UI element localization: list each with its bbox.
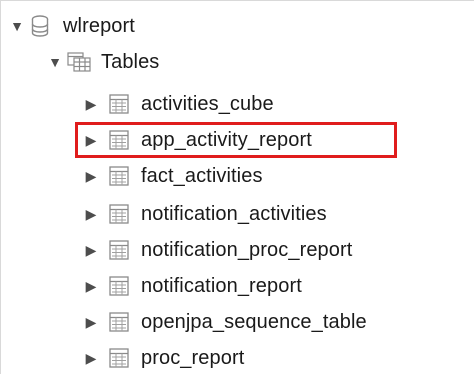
table-icon — [109, 204, 129, 224]
tree-node-table[interactable]: ▶ fact_activities — [83, 159, 263, 193]
expand-down-arrow-icon[interactable]: ▼ — [9, 18, 25, 34]
schema-tree-panel: ▼ wlreport ▼ Tables ▶ activities_cube ▶ … — [0, 0, 474, 374]
table-icon — [109, 94, 129, 114]
tree-node-table[interactable]: ▶ notification_proc_report — [83, 233, 353, 267]
expand-right-arrow-icon[interactable]: ▶ — [83, 350, 99, 366]
database-label: wlreport — [63, 14, 135, 37]
table-label: fact_activities — [141, 164, 263, 187]
tables-folder-label: Tables — [101, 50, 160, 73]
table-icon — [109, 130, 129, 150]
table-label: notification_activities — [141, 202, 327, 225]
table-icon — [109, 348, 129, 368]
tree-node-table[interactable]: ▶ notification_activities — [83, 197, 327, 231]
tree-node-table[interactable]: ▶ proc_report — [83, 341, 245, 375]
table-label: notification_proc_report — [141, 238, 353, 261]
table-icon — [109, 312, 129, 332]
table-label: notification_report — [141, 274, 302, 297]
expand-right-arrow-icon[interactable]: ▶ — [83, 242, 99, 258]
expand-right-arrow-icon[interactable]: ▶ — [83, 314, 99, 330]
table-icon — [109, 166, 129, 186]
database-icon — [31, 15, 49, 37]
table-label: activities_cube — [141, 92, 274, 115]
expand-right-arrow-icon[interactable]: ▶ — [83, 168, 99, 184]
expand-right-arrow-icon[interactable]: ▶ — [83, 206, 99, 222]
tree-node-table[interactable]: ▶ notification_report — [83, 269, 302, 303]
table-label: openjpa_sequence_table — [141, 310, 367, 333]
tree-node-table[interactable]: ▶ openjpa_sequence_table — [83, 305, 367, 339]
expand-down-arrow-icon[interactable]: ▼ — [47, 54, 63, 70]
tables-folder-icon — [67, 52, 91, 72]
expand-right-arrow-icon[interactable]: ▶ — [83, 278, 99, 294]
tree-node-database[interactable]: ▼ wlreport — [9, 9, 135, 43]
tree-node-table[interactable]: ▶ activities_cube — [83, 87, 274, 121]
expand-right-arrow-icon[interactable]: ▶ — [83, 96, 99, 112]
table-label: app_activity_report — [141, 128, 312, 151]
tree-node-table[interactable]: ▶ app_activity_report — [83, 123, 312, 157]
table-label: proc_report — [141, 346, 245, 369]
expand-right-arrow-icon[interactable]: ▶ — [83, 132, 99, 148]
table-icon — [109, 276, 129, 296]
tree-node-tables-folder[interactable]: ▼ Tables — [47, 45, 159, 79]
table-icon — [109, 240, 129, 260]
